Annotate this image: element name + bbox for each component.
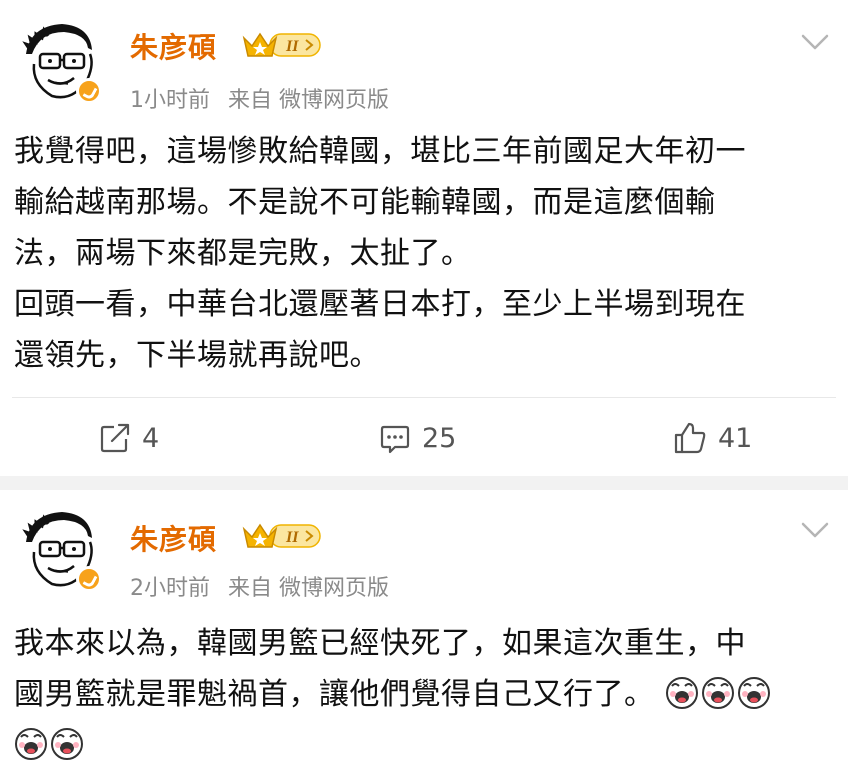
post-text-line-content: 國男籃就是罪魁禍首，讓他們覺得自己又行了。 (14, 677, 655, 712)
verified-badge-icon (76, 78, 102, 104)
laughing-face-emoji-icon (701, 677, 734, 709)
post-text-line: 法，兩場下來都是完敗，太扯了。 (14, 236, 472, 271)
post-actions: 4 25 41 (0, 418, 848, 458)
laughing-face-emoji-icon (665, 677, 698, 709)
verified-badge-icon (76, 566, 102, 592)
post-text-line: 輸給越南那場。不是說不可能輸韓國，而是這麼個輸 (14, 185, 716, 220)
post-meta: 2小时前 来自 微博网页版 (130, 570, 389, 602)
post-text: 我覺得吧，這場慘敗給韓國，堪比三年前國足大年初一 輸給越南那場。不是說不可能輸韓… (14, 126, 814, 381)
chevron-down-icon[interactable] (800, 32, 830, 52)
post-time: 2小时前 (130, 576, 210, 601)
share-button[interactable]: 4 (98, 418, 159, 458)
weibo-post-1: 朱彦碩 II 1小时前 来自 微博网页版 我覺得吧，這場慘敗給韓國，堪比三年前國足… (0, 0, 848, 476)
vip-crown-badge-icon[interactable]: II (240, 521, 324, 551)
share-count: 4 (142, 422, 160, 454)
username[interactable]: 朱彦碩 (130, 26, 217, 66)
post-text-line: 回頭一看，中華台北還壓著日本打，至少上半場到現在 (14, 287, 746, 322)
post-text-line: 還領先，下半場就再說吧。 (14, 338, 380, 373)
laughing-face-emoji-icon (737, 677, 770, 709)
post-text-line: 國男籃就是罪魁禍首，讓他們覺得自己又行了。 (14, 669, 814, 720)
laughing-face-emoji-icon (51, 728, 83, 760)
post-text-line: 我本來以為，韓國男籃已經快死了，如果這次重生，中 (14, 626, 746, 661)
post-text-line: 我覺得吧，這場慘敗給韓國，堪比三年前國足大年初一 (14, 134, 746, 169)
share-icon (100, 423, 130, 453)
comment-icon (380, 425, 410, 454)
post-text: 我本來以為，韓國男籃已經快死了，如果這次重生，中 國男籃就是罪魁禍首，讓他們覺得… (14, 618, 814, 771)
username[interactable]: 朱彦碩 (130, 518, 217, 558)
svg-text:II: II (285, 38, 299, 55)
divider (12, 397, 836, 398)
user-avatar[interactable] (12, 502, 104, 594)
emoji-group (655, 677, 773, 712)
post-source[interactable]: 来自 微博网页版 (228, 88, 389, 113)
chevron-down-icon[interactable] (800, 520, 830, 540)
comment-button[interactable]: 25 (378, 418, 456, 458)
weibo-post-2: 朱彦碩 II 2小时前 来自 微博网页版 我本來以為，韓國男籃已經快死了，如果這次… (0, 490, 848, 775)
like-count: 41 (718, 422, 753, 454)
like-icon (674, 422, 706, 454)
laughing-face-emoji-icon (15, 728, 47, 760)
vip-crown-badge-icon[interactable]: II (240, 30, 324, 60)
feed-separator (0, 476, 848, 490)
like-button[interactable]: 41 (672, 418, 752, 458)
post-source[interactable]: 来自 微博网页版 (228, 576, 389, 601)
comment-count: 25 (422, 422, 457, 454)
post-meta: 1小时前 来自 微博网页版 (130, 82, 389, 114)
svg-text:II: II (285, 529, 299, 546)
user-avatar[interactable] (12, 14, 104, 106)
emoji-line (14, 720, 814, 771)
post-time: 1小时前 (130, 88, 210, 113)
